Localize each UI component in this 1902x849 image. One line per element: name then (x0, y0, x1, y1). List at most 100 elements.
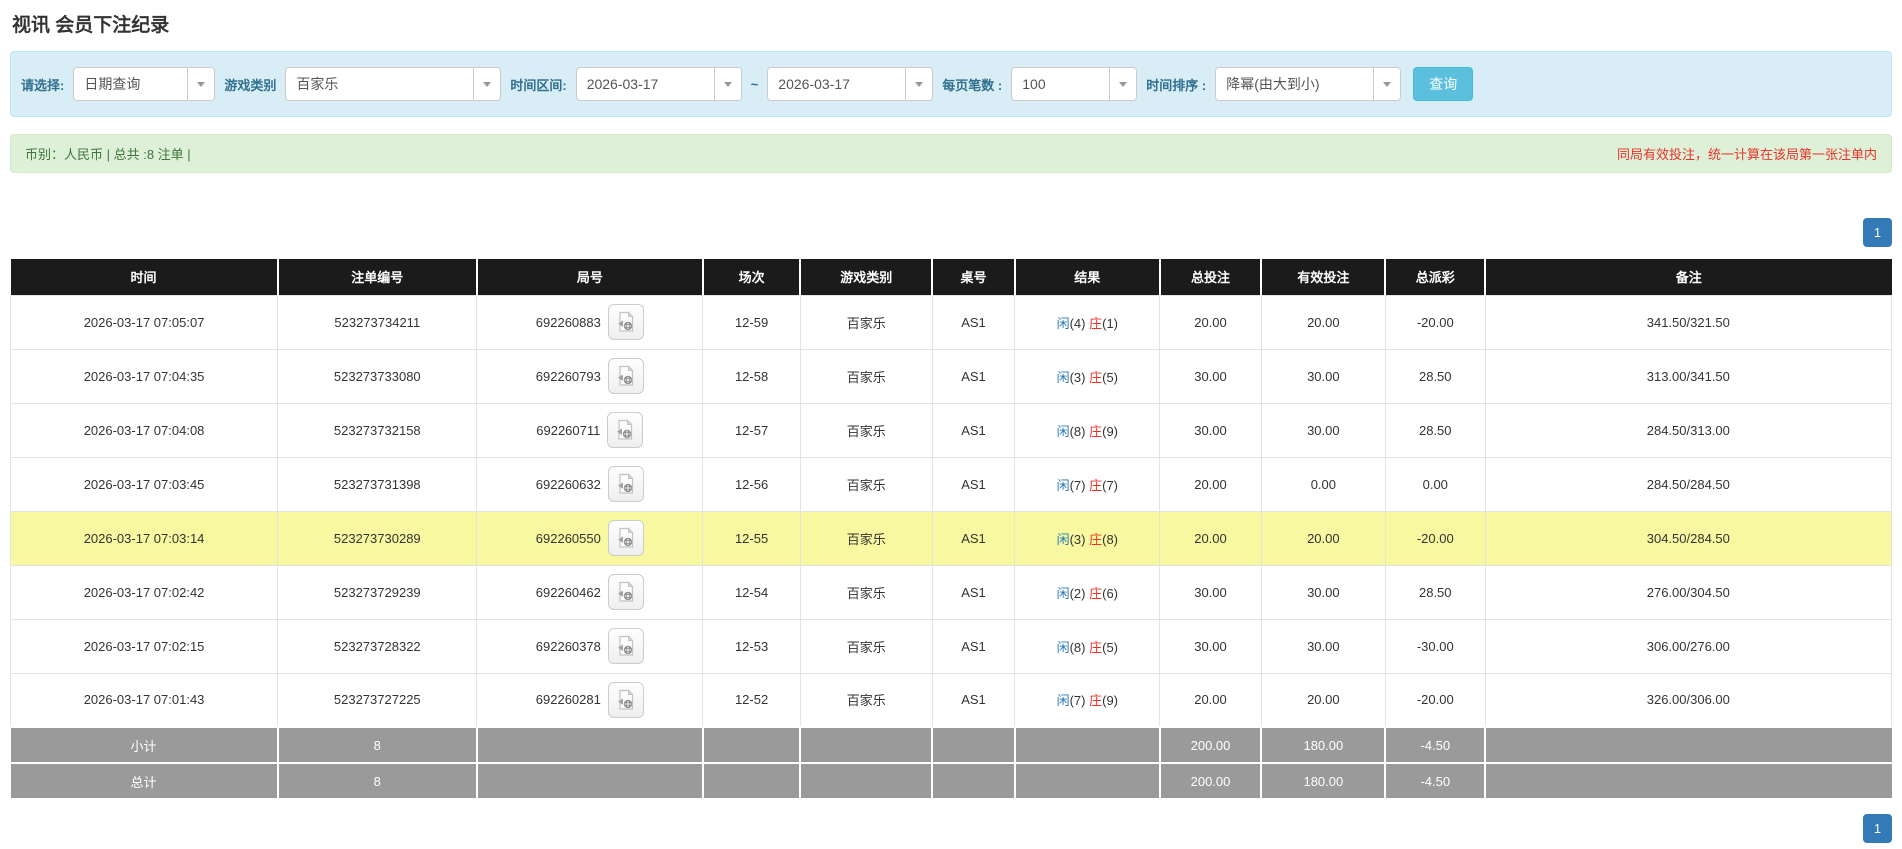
round-id: 692260281 (535, 692, 601, 708)
payout-cell: -20.00 (1384, 672, 1486, 728)
game-type-label: 游戏类别 (224, 77, 277, 93)
grandtotal-row: 总计 8 200.00 180.00 -4.50 (10, 762, 1892, 800)
total-bet-link[interactable]: 20.00 (1159, 672, 1262, 728)
session-cell: 12-54 (702, 564, 801, 620)
result-cell: 闲(3) 庄(5) (1014, 348, 1161, 404)
video-file-button[interactable] (607, 628, 644, 664)
summary-empty-cell (931, 762, 1016, 800)
date-from-select[interactable]: 2026-03-17 (575, 67, 742, 101)
subtotal-row: 小计 8 200.00 180.00 -4.50 (10, 726, 1892, 764)
summary-empty-cell (1484, 726, 1892, 764)
date-from-value: 2026-03-17 (586, 76, 659, 92)
result-cell: 闲(7) 庄(9) (1014, 672, 1161, 728)
video-file-icon (617, 311, 634, 332)
chevron-down-icon[interactable] (473, 68, 501, 100)
total-bet-link[interactable]: 20.00 (1159, 456, 1262, 512)
result-player-score: (8) (1069, 423, 1086, 439)
total-bet-link[interactable]: 30.00 (1159, 348, 1262, 404)
result-banker: 庄 (1089, 369, 1103, 385)
remark-cell: 341.50/321.50 (1484, 294, 1893, 350)
chevron-down-icon[interactable] (905, 68, 933, 100)
result-banker-score: (8) (1102, 531, 1119, 547)
summary-valid-bet-cell: 180.00 (1260, 726, 1387, 764)
table-row: 2026-03-17 07:04:08 523273732158 692260711… (9, 402, 1893, 458)
video-file-icon (617, 419, 634, 440)
summary-valid-bet-cell: 180.00 (1260, 762, 1387, 800)
table-row: 2026-03-17 07:03:45 523273731398 692260632… (9, 456, 1893, 512)
total-bet-link[interactable]: 20.00 (1159, 294, 1262, 350)
chevron-down-icon[interactable] (713, 68, 741, 100)
valid-bet-cell: 30.00 (1260, 348, 1386, 404)
result-player: 闲 (1056, 585, 1070, 601)
summary-empty-cell (1484, 762, 1892, 800)
video-file-button[interactable] (607, 574, 644, 610)
chevron-down-icon[interactable] (1109, 68, 1137, 100)
date-to-value: 2026-03-17 (778, 76, 850, 92)
table-row: 2026-03-17 07:02:42 523273729239 692260462… (9, 564, 1893, 620)
result-player-score: (2) (1069, 585, 1086, 601)
result-cell: 闲(7) 庄(7) (1014, 456, 1161, 512)
col-header-5: 桌号 (931, 259, 1015, 295)
summary-empty-cell (475, 726, 704, 764)
chevron-down-icon[interactable] (187, 68, 215, 100)
page-1-button[interactable]: 1 (1863, 218, 1892, 247)
payout-cell: 28.50 (1384, 402, 1486, 458)
result-player-score: (4) (1069, 315, 1086, 331)
video-file-button[interactable] (607, 304, 644, 340)
page-1-button[interactable]: 1 (1863, 814, 1892, 843)
query-type-select[interactable]: 日期查询 (73, 67, 216, 101)
round-cell: 692260281 (476, 672, 704, 728)
game-type-select[interactable]: 百家乐 (285, 67, 502, 101)
session-cell: 12-57 (702, 402, 801, 458)
payout-cell: -20.00 (1384, 294, 1486, 350)
table-header-row: 时间 注单编号 局号 场次 游戏类别 桌号 结果 总投注 有效投注 总派彩 备注 (10, 259, 1892, 295)
bet-id-cell: 523273733080 (277, 348, 478, 404)
video-file-button[interactable] (607, 466, 644, 502)
total-bet-link[interactable]: 20.00 (1159, 510, 1262, 566)
round-cell: 692260550 (476, 510, 704, 566)
result-player-score: (8) (1069, 639, 1086, 655)
video-file-icon (617, 527, 634, 548)
date-to-select[interactable]: 2026-03-17 (767, 67, 934, 101)
time-sort-select[interactable]: 降幂(由大到小) (1215, 67, 1402, 101)
video-file-button[interactable] (607, 358, 644, 394)
search-button[interactable]: 查询 (1413, 67, 1474, 101)
remark-cell: 313.00/341.50 (1484, 348, 1893, 404)
video-file-button[interactable] (607, 681, 644, 718)
video-file-button[interactable] (607, 412, 644, 448)
total-bet-link[interactable]: 30.00 (1159, 564, 1262, 620)
chevron-down-icon[interactable] (1373, 68, 1401, 100)
game-type-cell: 百家乐 (799, 348, 933, 404)
page-size-select[interactable]: 100 (1011, 67, 1138, 101)
table-no-cell: AS1 (931, 294, 1016, 350)
result-banker: 庄 (1089, 477, 1103, 493)
result-player-score: (7) (1069, 477, 1086, 493)
table-row: 2026-03-17 07:02:15 523273728322 692260378… (9, 618, 1893, 674)
pagination-top: 1 (10, 218, 1892, 247)
result-cell: 闲(4) 庄(1) (1014, 294, 1161, 350)
result-player-score: (3) (1069, 531, 1086, 547)
time-cell: 2026-03-17 07:04:08 (9, 402, 279, 458)
summary-empty-cell (701, 762, 802, 800)
round-cell: 692260793 (476, 348, 704, 404)
total-bet-link[interactable]: 30.00 (1159, 402, 1262, 458)
video-file-button[interactable] (607, 520, 644, 556)
payout-cell: 28.50 (1384, 348, 1486, 404)
time-sort-label: 时间排序 : (1146, 77, 1207, 93)
remark-cell: 306.00/276.00 (1484, 618, 1893, 674)
total-bet-link[interactable]: 30.00 (1159, 618, 1262, 674)
session-cell: 12-58 (702, 348, 801, 404)
time-sort-value: 降幂(由大到小) (1226, 76, 1320, 92)
summary-empty-cell (931, 726, 1016, 764)
video-file-icon (617, 689, 634, 710)
col-header-2: 局号 (475, 259, 703, 295)
page: 视讯 会员下注纪录 请选择: 日期查询 游戏类别 百家乐 时间区间: 2026-… (0, 0, 1902, 849)
result-player-score: (3) (1069, 369, 1086, 385)
result-banker: 庄 (1089, 315, 1103, 331)
summary-total-bet-cell: 200.00 (1158, 726, 1263, 764)
valid-bet-cell: 30.00 (1260, 564, 1386, 620)
result-player-score: (7) (1069, 693, 1086, 709)
payout-cell: -30.00 (1384, 618, 1486, 674)
pagination-bottom: 1 (10, 814, 1892, 843)
round-cell: 692260883 (476, 294, 704, 350)
